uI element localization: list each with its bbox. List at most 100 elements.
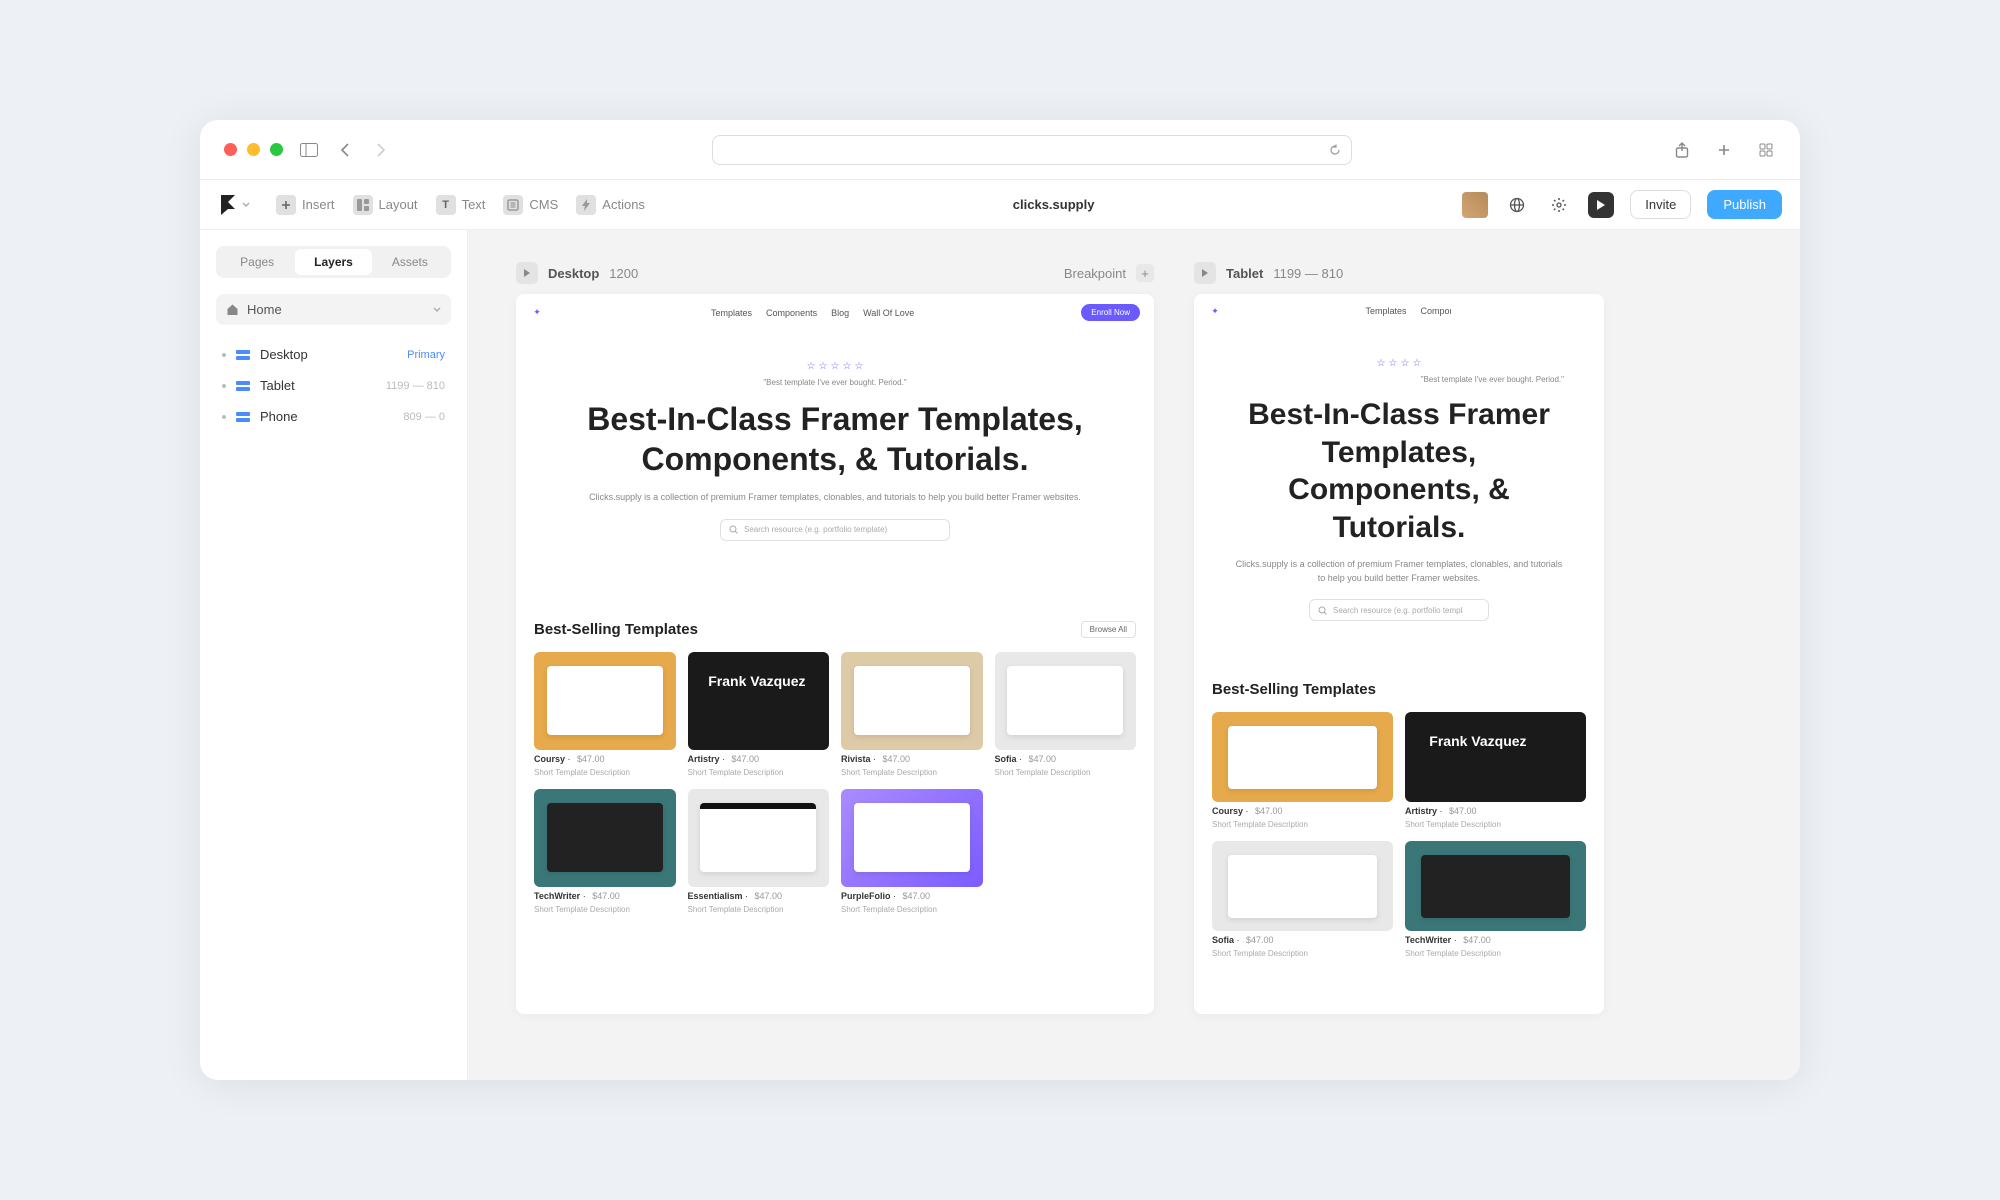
browser-chrome — [200, 120, 1800, 180]
forward-icon[interactable] — [371, 140, 391, 160]
play-icon[interactable] — [516, 262, 538, 284]
layer-row[interactable]: Phone 809 — 0 — [216, 403, 451, 430]
template-card[interactable]: Sofia · $47.00 Short Template Descriptio… — [1212, 841, 1393, 958]
template-name: Sofia — [995, 754, 1017, 764]
template-card[interactable]: TechWriter · $47.00 Short Template Descr… — [1405, 841, 1586, 958]
template-desc: Short Template Description — [1212, 820, 1393, 829]
template-card[interactable]: Coursy · $47.00 Short Template Descripti… — [1212, 712, 1393, 829]
site-nav-tablet: ✦ Templates Components — [1194, 294, 1604, 328]
new-tab-icon[interactable] — [1714, 140, 1734, 160]
template-card[interactable]: TechWriter · $47.00 Short Template Descr… — [534, 789, 676, 914]
site-nav-links-desktop: Templates Components Blog Wall Of Love — [711, 308, 914, 318]
template-meta: Coursy · $47.00 — [1212, 806, 1393, 816]
add-breakpoint-icon[interactable]: + — [1136, 264, 1154, 282]
nav-link[interactable]: Components — [766, 308, 817, 318]
template-name: TechWriter — [534, 891, 580, 901]
template-card[interactable]: Frank Vazquez Artistry · $47.00 Short Te… — [1405, 712, 1586, 829]
globe-icon[interactable] — [1504, 192, 1530, 218]
template-card[interactable]: PurpleFolio · $47.00 Short Template Desc… — [841, 789, 983, 914]
site-logo-icon[interactable]: ✦ — [530, 306, 544, 320]
template-card[interactable]: Rivista · $47.00 Short Template Descript… — [841, 652, 983, 777]
template-desc: Short Template Description — [1212, 949, 1393, 958]
text-button[interactable]: T Text — [436, 195, 486, 215]
share-icon[interactable] — [1672, 140, 1692, 160]
template-desc: Short Template Description — [841, 905, 983, 914]
template-thumb — [995, 652, 1137, 750]
hero-search[interactable]: Search resource (e.g. portfolio template… — [1309, 599, 1489, 621]
template-price: $47.00 — [577, 754, 605, 764]
template-card[interactable]: Sofia · $47.00 Short Template Descriptio… — [995, 652, 1137, 777]
nav-link[interactable]: Templates — [1365, 306, 1406, 316]
layer-list: Desktop Primary Tablet 1199 — 810 Phone … — [216, 341, 451, 430]
template-thumb — [1212, 712, 1393, 802]
collapse-icon[interactable] — [222, 415, 226, 419]
template-thumb — [1212, 841, 1393, 931]
invite-button[interactable]: Invite — [1630, 190, 1691, 219]
cms-icon — [503, 195, 523, 215]
tablet-frame[interactable]: ✦ Templates Components ☆ ☆ ☆ ☆ — [1194, 294, 1604, 1014]
template-desc: Short Template Description — [995, 768, 1137, 777]
frame-name-desktop[interactable]: Desktop — [548, 266, 599, 281]
bolt-icon — [576, 195, 596, 215]
template-name: Essentialism — [688, 891, 743, 901]
search-icon — [1318, 606, 1327, 615]
template-card[interactable]: Frank Vazquez Artistry · $47.00 Short Te… — [688, 652, 830, 777]
hero-search[interactable]: Search resource (e.g. portfolio template… — [720, 519, 950, 541]
layer-meta: 809 — 0 — [403, 411, 445, 423]
url-bar[interactable] — [712, 135, 1352, 165]
play-icon[interactable] — [1194, 262, 1216, 284]
layer-row[interactable]: Tablet 1199 — 810 — [216, 372, 451, 399]
avatar[interactable] — [1462, 192, 1488, 218]
breakpoint-label[interactable]: Breakpoint — [1064, 266, 1126, 281]
insert-button[interactable]: Insert — [276, 195, 335, 215]
back-icon[interactable] — [335, 140, 355, 160]
sidebar-toggle-icon[interactable] — [299, 140, 319, 160]
nav-link[interactable]: Blog — [831, 308, 849, 318]
hero-tablet: ☆ ☆ ☆ ☆ "Best template I've ever bought.… — [1194, 328, 1604, 631]
home-icon — [226, 303, 239, 316]
template-thumb — [1405, 841, 1586, 931]
template-card[interactable]: Essentialism · $47.00 Short Template Des… — [688, 789, 830, 914]
layout-icon — [353, 195, 373, 215]
template-name: Coursy — [1212, 806, 1243, 816]
template-card[interactable]: Coursy · $47.00 Short Template Descripti… — [534, 652, 676, 777]
chevron-down-icon[interactable] — [242, 202, 250, 207]
close-window-icon[interactable] — [224, 143, 237, 156]
home-page-row[interactable]: Home — [216, 294, 451, 325]
canvas[interactable]: Desktop 1200 Breakpoint + ✦ Templates Co… — [468, 230, 1800, 1080]
layer-meta: 1199 — 810 — [386, 380, 445, 392]
hero-quote: "Best template I've ever bought. Period.… — [556, 378, 1114, 387]
site-logo-icon[interactable]: ✦ — [1208, 304, 1222, 318]
cms-button[interactable]: CMS — [503, 195, 558, 215]
desktop-frame[interactable]: ✦ Templates Components Blog Wall Of Love… — [516, 294, 1154, 1014]
actions-button[interactable]: Actions — [576, 195, 645, 215]
hero-subtitle: Clicks.supply is a collection of premium… — [556, 491, 1114, 505]
framer-logo-icon[interactable] — [218, 195, 238, 215]
browse-all-button[interactable]: Browse All — [1081, 621, 1136, 638]
maximize-window-icon[interactable] — [270, 143, 283, 156]
nav-link[interactable]: Wall Of Love — [863, 308, 914, 318]
tab-assets[interactable]: Assets — [372, 249, 448, 275]
template-name: Coursy — [534, 754, 565, 764]
play-icon[interactable] — [1588, 192, 1614, 218]
frame-icon — [236, 412, 250, 422]
collapse-icon[interactable] — [222, 384, 226, 388]
gear-icon[interactable] — [1546, 192, 1572, 218]
frame-name-tablet[interactable]: Tablet — [1226, 266, 1263, 281]
tab-pages[interactable]: Pages — [219, 249, 295, 275]
template-meta: Essentialism · $47.00 — [688, 891, 830, 901]
collapse-icon[interactable] — [222, 353, 226, 357]
project-title[interactable]: clicks.supply — [663, 197, 1444, 212]
minimize-window-icon[interactable] — [247, 143, 260, 156]
layer-row[interactable]: Desktop Primary — [216, 341, 451, 368]
layout-button[interactable]: Layout — [353, 195, 418, 215]
tab-layers[interactable]: Layers — [295, 249, 371, 275]
reload-icon[interactable] — [1329, 144, 1341, 156]
enroll-button[interactable]: Enroll Now — [1081, 304, 1140, 321]
template-meta: PurpleFolio · $47.00 — [841, 891, 983, 901]
nav-link[interactable]: Components — [1421, 306, 1451, 316]
publish-button[interactable]: Publish — [1707, 190, 1782, 219]
tabs-grid-icon[interactable] — [1756, 140, 1776, 160]
nav-link[interactable]: Templates — [711, 308, 752, 318]
template-name: Sofia — [1212, 935, 1234, 945]
